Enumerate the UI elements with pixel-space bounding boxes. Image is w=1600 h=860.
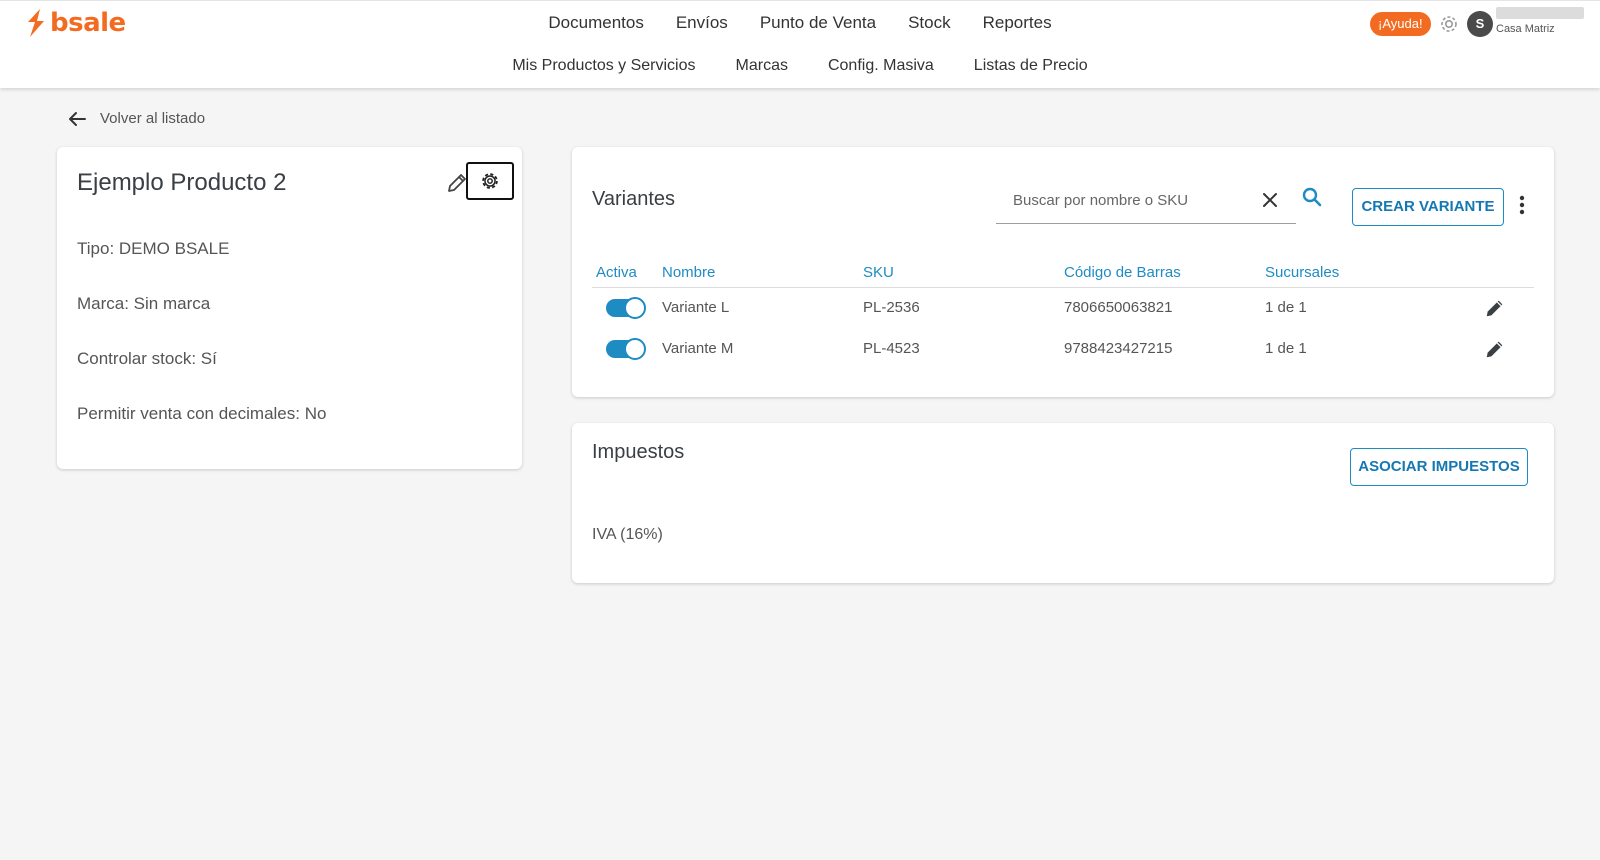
taxes-title: Impuestos [592, 441, 685, 463]
variant-sku: PL-4523 [863, 340, 920, 357]
variant-branches: 1 de 1 [1265, 299, 1307, 317]
more-options-icon[interactable] [1516, 193, 1528, 217]
column-header-sucursales[interactable]: Sucursales [1261, 259, 1462, 288]
active-cell [592, 287, 658, 328]
variant-name: Variante L [662, 299, 730, 317]
active-toggle[interactable] [606, 337, 646, 360]
settings-gear-icon[interactable] [1437, 12, 1461, 36]
variant-search-input[interactable] [996, 177, 1236, 223]
actions-cell [1462, 287, 1534, 328]
variants-table: Activa Nombre SKU Código de Barras Sucur… [592, 259, 1534, 369]
back-label: Volver al listado [100, 110, 206, 127]
subnav-config-masiva[interactable]: Config. Masiva [808, 57, 954, 75]
column-header-sku[interactable]: SKU [859, 259, 1060, 288]
column-header-actions [1462, 259, 1534, 288]
product-title: Ejemplo Producto 2 [77, 169, 287, 196]
variant-name: Variante M [662, 340, 734, 357]
help-button[interactable]: ¡Ayuda! [1370, 12, 1431, 36]
product-brand: Marca: Sin marca [77, 294, 211, 313]
nav-stock[interactable]: Stock [892, 1, 967, 45]
main-nav: Documentos Envíos Punto de Venta Stock R… [394, 1, 1206, 47]
column-header-nombre[interactable]: Nombre [658, 259, 859, 288]
gear-icon [482, 173, 498, 189]
column-header-codigo-barras[interactable]: Código de Barras [1060, 259, 1261, 288]
create-variant-button[interactable]: CREAR VARIANTE [1352, 188, 1504, 226]
active-toggle[interactable] [606, 296, 646, 319]
avatar[interactable]: S [1467, 11, 1493, 37]
table-header-row: Activa Nombre SKU Código de Barras Sucur… [592, 259, 1534, 288]
associate-taxes-button[interactable]: ASOCIAR IMPUESTOS [1350, 448, 1528, 486]
bsale-logo[interactable]: bsale [26, 9, 126, 37]
nav-punto-de-venta[interactable]: Punto de Venta [744, 1, 892, 45]
nav-reportes[interactable]: Reportes [967, 1, 1068, 45]
product-stock-control: Controlar stock: Sí [77, 349, 217, 368]
product-settings-button[interactable] [466, 162, 514, 200]
top-header: bsale Documentos Envíos Punto de Venta S… [0, 0, 1600, 47]
taxes-card: Impuestos ASOCIAR IMPUESTOS IVA (16%) [572, 423, 1554, 583]
nav-documentos[interactable]: Documentos [532, 1, 659, 45]
edit-pencil-icon[interactable] [1484, 297, 1506, 319]
product-decimal-sales: Permitir venta con decimales: No [77, 404, 327, 423]
subnav-listas-de-precio[interactable]: Listas de Precio [954, 57, 1108, 75]
arrow-left-icon [69, 111, 86, 126]
product-detail-card: Ejemplo Producto 2 Tipo: DEMO BSALE Marc… [57, 147, 522, 469]
column-header-activa[interactable]: Activa [592, 259, 658, 288]
nav-envios[interactable]: Envíos [660, 1, 744, 45]
subnav-mis-productos[interactable]: Mis Productos y Servicios [492, 57, 715, 75]
product-type: Tipo: DEMO BSALE [77, 239, 230, 258]
logo-text: bsale [50, 8, 126, 38]
back-to-list-link[interactable]: Volver al listado [68, 110, 205, 127]
toggle-knob [624, 337, 646, 360]
variants-card: Variantes CREAR VARIANTE Activa Nombre S… [572, 147, 1554, 397]
actions-cell [1462, 328, 1534, 369]
variants-title: Variantes [592, 188, 676, 210]
table-row: Variante L PL-2536 7806650063821 1 de 1 [592, 287, 1534, 328]
variant-branches: 1 de 1 [1265, 340, 1307, 357]
variant-sku: PL-2536 [863, 299, 920, 317]
bsale-logo-icon [28, 9, 44, 37]
sub-nav: Mis Productos y Servicios Marcas Config.… [0, 44, 1600, 88]
close-icon[interactable] [1260, 190, 1280, 210]
toggle-knob [624, 296, 646, 319]
user-name-redacted [1496, 7, 1584, 19]
variant-barcode: 7806650063821 [1064, 299, 1173, 317]
edit-pencil-icon[interactable] [1484, 338, 1506, 360]
variant-barcode: 9788423427215 [1064, 340, 1173, 357]
variant-search [996, 177, 1296, 224]
tax-item: IVA (16%) [592, 526, 663, 543]
active-cell [592, 328, 658, 369]
subnav-marcas[interactable]: Marcas [716, 57, 808, 75]
search-icon[interactable] [1300, 185, 1324, 209]
table-row: Variante M PL-4523 9788423427215 1 de 1 [592, 328, 1534, 369]
branch-label: Casa Matriz [1496, 23, 1555, 35]
